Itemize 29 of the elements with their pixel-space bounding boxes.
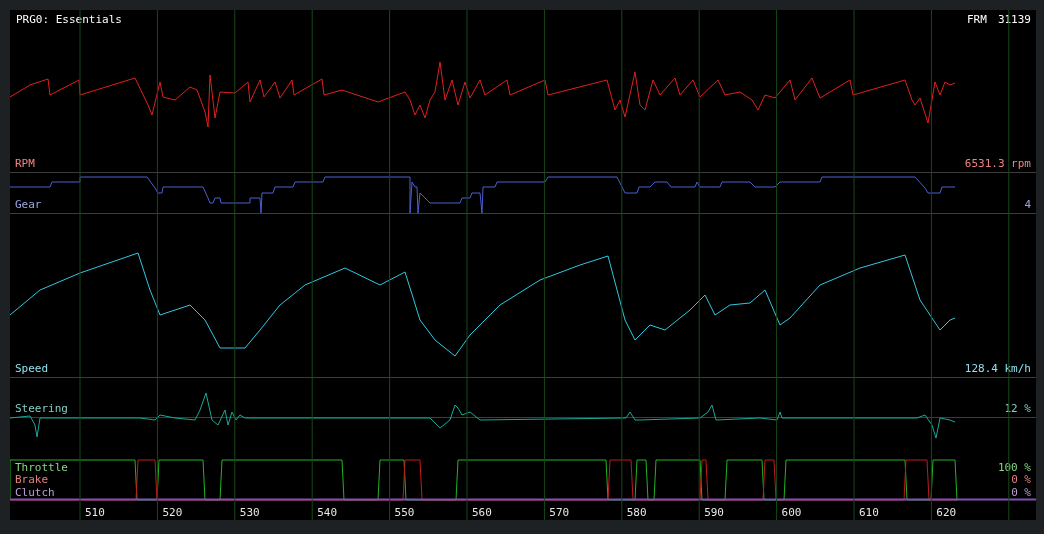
pedal-reading: 0 %: [1011, 486, 1031, 499]
axis-tick-label: 580: [626, 505, 647, 519]
channel-reading: 128.4 km/h: [964, 362, 1031, 375]
channel-reading: 12 %: [1004, 402, 1031, 415]
frame-label: FRM: [967, 13, 987, 27]
channel-label: Speed: [15, 362, 49, 375]
axis-tick-label: 560: [471, 505, 492, 519]
telemetry-title: PRG0: Essentials: [16, 13, 122, 27]
axis-tick-label: 570: [549, 505, 570, 519]
channel-label: Gear: [15, 198, 42, 211]
channel-reading: 4: [1024, 198, 1031, 211]
pedal-label: Brake: [15, 474, 50, 487]
frame-value: 31139: [997, 13, 1031, 27]
axis-tick-label: 520: [162, 505, 183, 519]
pedal-reading: 0 %: [1011, 474, 1031, 487]
channel-label: RPM: [15, 157, 35, 170]
axis-tick-label: 530: [239, 505, 260, 519]
channel-label: Steering: [15, 402, 68, 415]
pedal-reading: 100 %: [997, 461, 1031, 474]
axis-tick-label: 510: [85, 505, 105, 519]
axis-tick-label: 540: [317, 505, 338, 519]
pedal-label: Clutch: [15, 486, 56, 499]
axis-tick-label: 620: [936, 505, 957, 519]
axis-tick-label: 610: [858, 505, 879, 519]
axis-tick-label: 590: [704, 505, 724, 519]
axis-tick-label: 550: [394, 505, 415, 519]
axis-tick-label: 600: [781, 505, 802, 519]
channel-reading: 6531.3 rpm: [964, 157, 1031, 170]
pedal-label: Throttle: [15, 461, 68, 474]
